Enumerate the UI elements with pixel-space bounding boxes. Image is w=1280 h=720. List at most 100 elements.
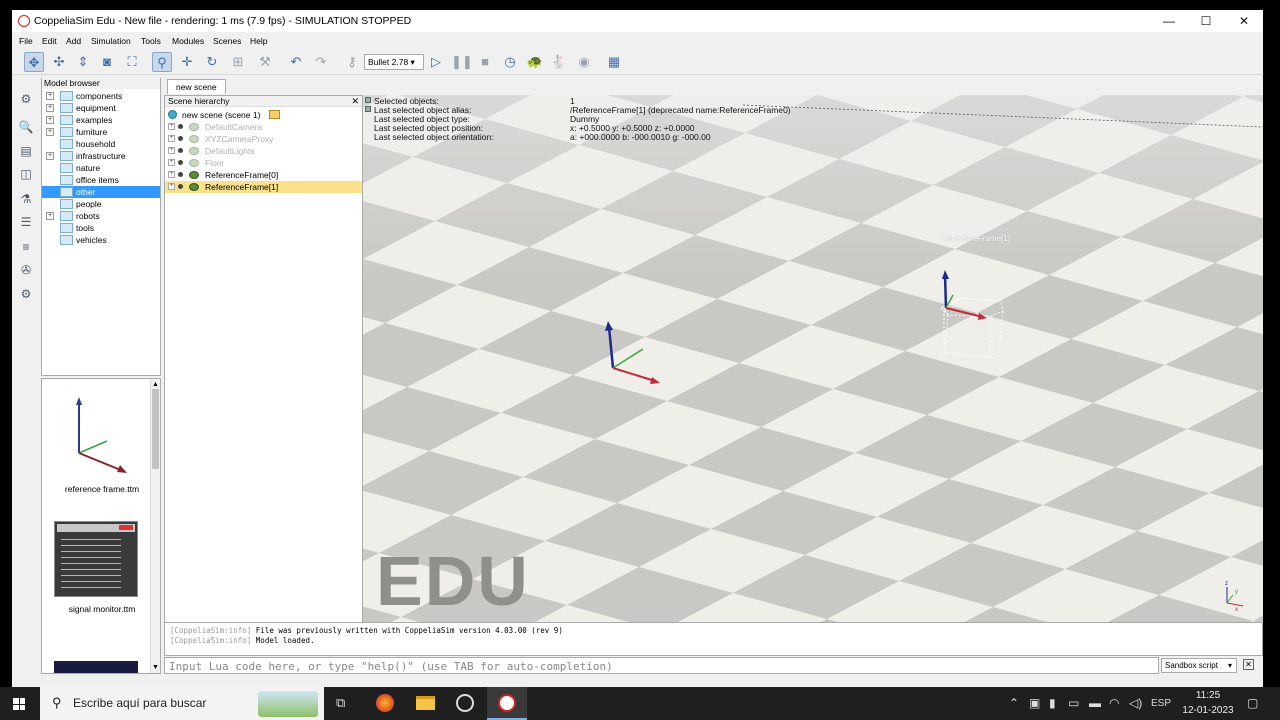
chevron-up-icon[interactable]: ⌃ [1009, 696, 1019, 710]
visibility-icon[interactable] [178, 172, 183, 177]
menu-modules[interactable]: Modules [172, 36, 204, 46]
visibility-icon[interactable] [178, 160, 183, 165]
menu-add[interactable]: Add [66, 36, 81, 46]
pause-simulation-icon[interactable]: ❚❚ [451, 52, 473, 72]
scene-script-icon[interactable] [269, 110, 280, 119]
hierarchy-item[interactable]: + ReferenceFrame[0] [165, 169, 362, 181]
scene-manager-icon[interactable]: ▦ [604, 52, 624, 72]
user-settings-icon[interactable]: ⚙ [17, 285, 35, 303]
film-icon[interactable]: ✇ [17, 261, 35, 279]
assemble-icon[interactable]: ⊞ [228, 52, 248, 72]
stop-simulation-icon[interactable]: ■ [475, 52, 495, 72]
hierarchy-item[interactable]: + XYZCameraProxy [165, 133, 362, 145]
taskbar-search[interactable]: ⚲ Escribe aquí para buscar [40, 687, 324, 720]
click-select-icon[interactable]: ⚲ [152, 52, 172, 72]
model-folder-item[interactable]: other [42, 186, 160, 198]
realtime-mode-icon[interactable]: ◷ [500, 52, 520, 72]
reference-frame-thumbnail[interactable] [57, 393, 147, 478]
model-folder-item[interactable]: + examples [42, 114, 160, 126]
hierarchy-root[interactable]: new scene (scene 1) [165, 109, 362, 121]
volume-icon[interactable]: ◁) [1129, 696, 1142, 710]
info-toggle-icon[interactable] [365, 97, 371, 103]
model-folder-item[interactable]: household [42, 138, 160, 150]
camera-pan-icon[interactable]: ✥ [24, 52, 44, 72]
usb-drive-icon[interactable]: ▮ [1049, 696, 1056, 710]
clock-time[interactable]: 11:25 [1180, 690, 1236, 701]
scene-properties-icon[interactable]: ▤ [17, 142, 35, 160]
scene-hierarchy-toggle-icon[interactable]: ☰ [17, 213, 35, 231]
coppeliasim-taskbar-button[interactable] [487, 687, 527, 720]
signal-monitor-thumbnail[interactable] [54, 521, 138, 597]
menu-edit[interactable]: Edit [42, 36, 57, 46]
speedometer-app-icon[interactable] [456, 694, 474, 712]
model-folder-item[interactable]: + components [42, 90, 160, 102]
expand-icon[interactable]: + [168, 147, 175, 154]
lua-command-input[interactable]: Input Lua code here, or type "help()" (u… [164, 657, 1159, 674]
maximize-button[interactable]: ☐ [1188, 12, 1224, 30]
thumbnails-scrollbar[interactable]: ▲ ▼ [150, 379, 160, 673]
firefox-icon[interactable] [376, 694, 394, 712]
model-folder-item[interactable]: + robots [42, 210, 160, 222]
model-folder-item[interactable]: vehicles [42, 234, 160, 246]
object-rotate-icon[interactable]: ↻ [202, 52, 222, 72]
model-folder-item[interactable]: + infrastructure [42, 150, 160, 162]
menu-simulation[interactable]: Simulation [91, 36, 131, 46]
expand-icon[interactable]: + [168, 123, 175, 130]
redo-icon[interactable]: ↷ [311, 52, 331, 72]
next-thumbnail[interactable] [54, 661, 138, 673]
model-folder-item[interactable]: + equipment [42, 102, 160, 114]
expand-icon[interactable]: + [168, 159, 175, 166]
script-select[interactable]: Sandbox script ▾ [1161, 658, 1237, 673]
menu-scenes[interactable]: Scenes [213, 36, 241, 46]
menu-file[interactable]: File [19, 36, 33, 46]
display-icon[interactable]: ▭ [1068, 696, 1079, 710]
tab-new-scene[interactable]: new scene [167, 79, 226, 94]
tray-app-icon[interactable]: ▣ [1029, 696, 1040, 710]
model-folder-item[interactable]: tools [42, 222, 160, 234]
expand-icon[interactable]: + [168, 171, 175, 178]
visibility-icon[interactable] [178, 184, 183, 189]
expand-icon[interactable]: + [46, 116, 54, 124]
clock-date[interactable]: 12-01-2023 [1180, 705, 1236, 716]
minimize-button[interactable]: — [1151, 12, 1187, 30]
windows-start-icon[interactable] [13, 698, 25, 710]
model-browser-toggle-icon[interactable]: ⚗ [17, 190, 35, 208]
close-icon[interactable]: ✕ [1243, 659, 1254, 670]
undo-icon[interactable]: ↶ [286, 52, 306, 72]
expand-icon[interactable]: + [46, 92, 54, 100]
scene-viewport[interactable]: z y x ReferenceFrame[1] EDU Selected obj… [363, 95, 1263, 630]
camera-rotate-icon[interactable]: ✣ [49, 52, 69, 72]
menu-tools[interactable]: Tools [141, 36, 161, 46]
speed-up-icon[interactable]: 🐇 [549, 52, 569, 72]
close-icon[interactable]: ✕ [351, 96, 359, 107]
hierarchy-item[interactable]: + ReferenceFrame[1] [165, 181, 362, 193]
visibility-icon[interactable] [178, 124, 183, 129]
expand-icon[interactable]: + [46, 152, 54, 160]
search-icon[interactable]: 🔍 [17, 118, 35, 136]
model-folder-item[interactable]: nature [42, 162, 160, 174]
expand-icon[interactable]: + [168, 183, 175, 190]
simulation-settings-icon[interactable]: ⚙ [17, 90, 35, 108]
dynamics-icon[interactable]: ⚷ [342, 52, 362, 72]
wifi-icon[interactable]: ◠ [1109, 696, 1119, 710]
info-toggle-icon[interactable] [365, 106, 371, 112]
visualization-toggle-icon[interactable]: ◉ [574, 52, 594, 72]
expand-icon[interactable]: + [46, 128, 54, 136]
object-shift-icon[interactable]: ✛ [177, 52, 197, 72]
battery-icon[interactable]: ▬ [1089, 696, 1101, 710]
slow-down-icon[interactable]: 🐢 [525, 52, 545, 72]
start-simulation-icon[interactable]: ▷ [426, 52, 446, 72]
visibility-icon[interactable] [178, 136, 183, 141]
menu-help[interactable]: Help [250, 36, 267, 46]
task-view-icon[interactable]: ⧉ [336, 695, 345, 711]
layers-stack-icon[interactable]: ≡ [17, 238, 35, 256]
expand-icon[interactable]: + [46, 104, 54, 112]
close-button[interactable]: ✕ [1226, 12, 1262, 30]
physics-engine-select[interactable]: Bullet 2.78 ▾ [364, 54, 424, 70]
expand-icon[interactable]: + [46, 212, 54, 220]
model-folder-item[interactable]: office items [42, 174, 160, 186]
language-indicator[interactable]: ESP [1151, 698, 1171, 709]
model-folder-item[interactable]: people [42, 198, 160, 210]
hierarchy-item[interactable]: + DefaultLights [165, 145, 362, 157]
camera-shift-icon[interactable]: ⇕ [73, 52, 93, 72]
